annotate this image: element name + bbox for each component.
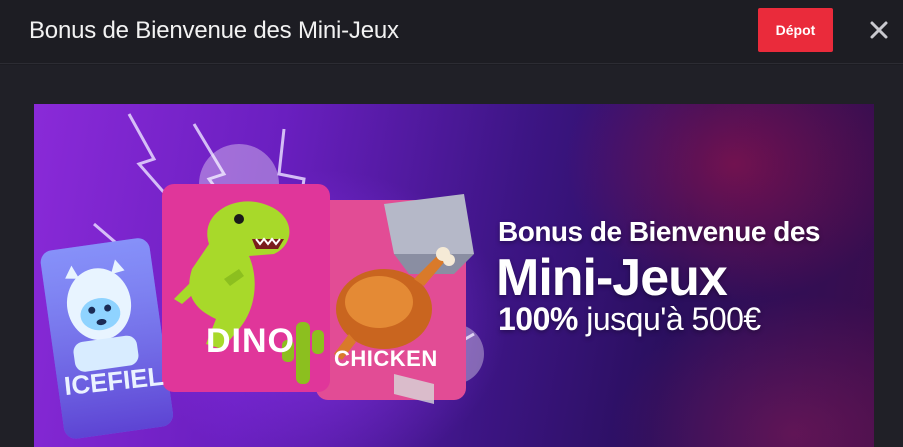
banner-headline: Bonus de Bienvenue des (498, 216, 820, 247)
offer-amount: jusqu'à 500€ (577, 301, 761, 337)
banner-artwork (40, 113, 484, 439)
close-icon (870, 21, 888, 39)
modal-header: Bonus de Bienvenue des Mini-Jeux Dépot (0, 0, 903, 64)
banner-offer: 100% jusqu'à 500€ (498, 301, 761, 338)
icefield-card (40, 238, 173, 439)
close-button[interactable] (864, 15, 894, 45)
offer-percent: 100% (498, 301, 578, 337)
chicken-label: CHICKEN (334, 346, 438, 371)
deposit-button[interactable]: Dépot (758, 8, 833, 52)
dino-label: DINO (206, 322, 295, 360)
banner-big-title: Mini-Jeux (496, 249, 728, 307)
promo-banner[interactable]: ICEFIEL DINO CHICKEN Bonus de Bienvenue … (34, 104, 874, 447)
chicken-card (316, 194, 474, 404)
modal-title: Bonus de Bienvenue des Mini-Jeux (29, 17, 399, 44)
